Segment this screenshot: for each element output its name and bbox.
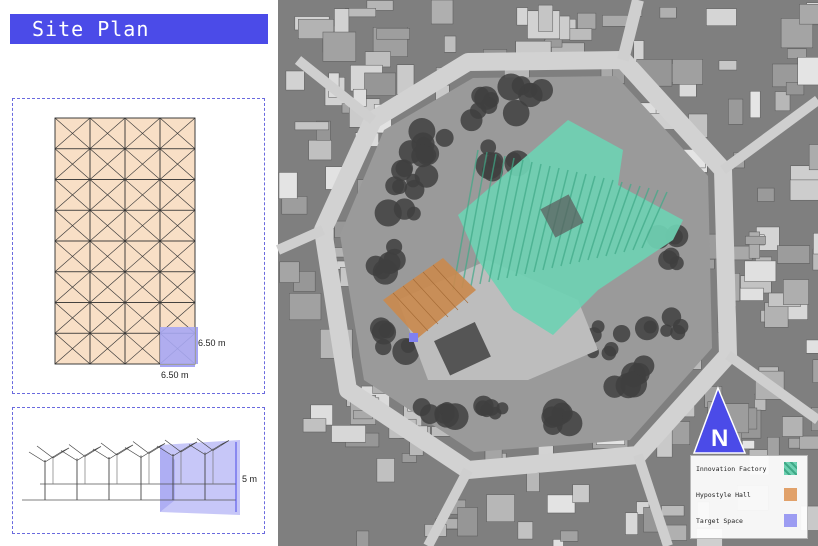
- legend-label-hypostyle-hall: Hypostyle Hall: [696, 491, 751, 499]
- legend-swatch-target-space: [784, 514, 797, 527]
- legend-label-target-space: Target Space: [696, 517, 743, 525]
- legend-label-innovation-factory: Innovation Factory: [696, 465, 767, 473]
- legend-swatch-hypostyle-hall: [784, 488, 797, 501]
- legend-swatch-innovation-factory: [784, 462, 797, 475]
- north-label: N: [711, 425, 728, 452]
